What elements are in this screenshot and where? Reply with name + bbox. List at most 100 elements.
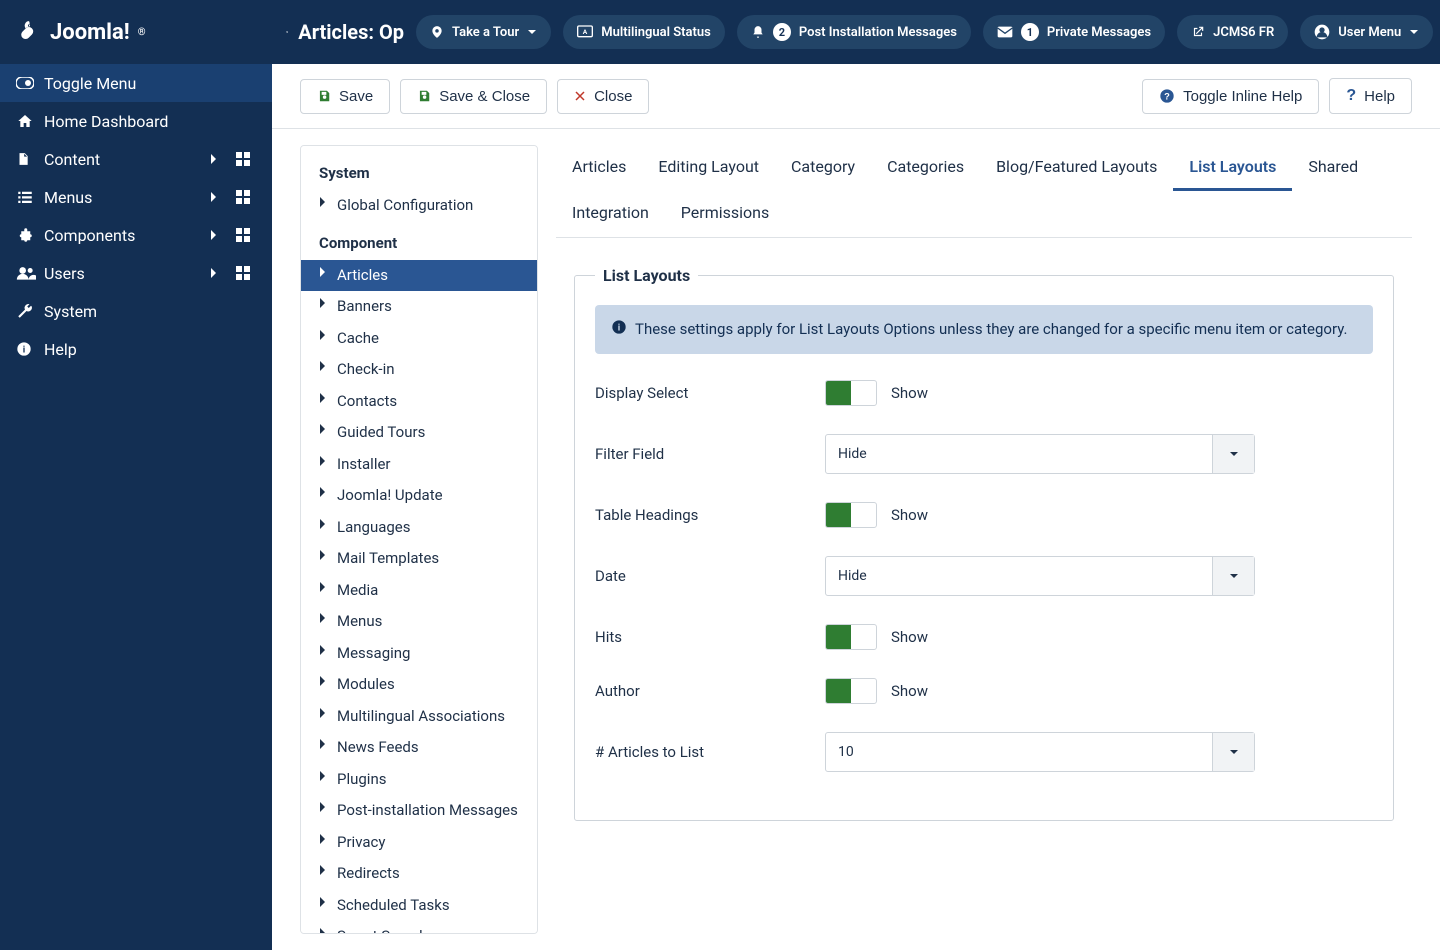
switch-display-select[interactable] — [825, 380, 877, 406]
sidebar-item-content[interactable]: Content — [0, 140, 272, 178]
form-row-display-select: Display SelectShow — [595, 380, 1373, 406]
sidebar-item-home-dashboard[interactable]: Home Dashboard — [0, 102, 272, 140]
sidebar-item-users[interactable]: Users — [0, 254, 272, 292]
form-row-author: AuthorShow — [595, 678, 1373, 704]
private-msg-badge: 1 — [1021, 23, 1039, 41]
global-config-item[interactable]: Global Configuration — [301, 190, 537, 222]
chevron-right-icon — [210, 267, 230, 279]
component-item-banners[interactable]: Banners — [301, 291, 537, 323]
tab-blog-featured-layouts[interactable]: Blog/Featured Layouts — [980, 145, 1173, 191]
brand-logo[interactable]: Joomla!® — [0, 0, 272, 64]
multilingual-pill[interactable]: A Multilingual Status — [563, 15, 725, 49]
component-item-media[interactable]: Media — [301, 575, 537, 607]
gear-icon — [286, 22, 288, 42]
select-value: 10 — [826, 733, 1212, 771]
post-install-pill[interactable]: 2 Post Installation Messages — [737, 15, 971, 49]
form-label: Date — [595, 567, 811, 585]
component-item-modules[interactable]: Modules — [301, 669, 537, 701]
form-row-date: Date Hide — [595, 556, 1373, 596]
component-item-installer[interactable]: Installer — [301, 449, 537, 481]
multilingual-label: Multilingual Status — [601, 25, 711, 40]
select-value: Hide — [826, 557, 1212, 595]
component-item-scheduled-tasks[interactable]: Scheduled Tasks — [301, 890, 537, 922]
user-menu-pill[interactable]: User Menu — [1300, 15, 1433, 49]
select-date[interactable]: Hide — [825, 556, 1255, 596]
site-link-pill[interactable]: JCMS6 FR — [1177, 15, 1288, 49]
private-msg-label: Private Messages — [1047, 25, 1151, 40]
chevron-down-icon — [1409, 27, 1419, 37]
nav-label: Menus — [44, 188, 210, 207]
component-item-smart-search[interactable]: Smart Search — [301, 921, 537, 934]
tab-editing-layout[interactable]: Editing Layout — [642, 145, 775, 191]
sidebar-item-menus[interactable]: Menus — [0, 178, 272, 216]
page-title: Articles: Op — [286, 20, 404, 44]
component-item-check-in[interactable]: Check-in — [301, 354, 537, 386]
list-icon — [16, 190, 44, 204]
grid-icon[interactable] — [236, 266, 256, 280]
save-button[interactable]: Save — [300, 79, 390, 114]
switch-table-headings[interactable] — [825, 502, 877, 528]
component-item-cache[interactable]: Cache — [301, 323, 537, 355]
take-tour-pill[interactable]: Take a Tour — [416, 15, 551, 49]
component-item-messaging[interactable]: Messaging — [301, 638, 537, 670]
tab-shared[interactable]: Shared — [1292, 145, 1374, 191]
chevron-right-icon — [319, 518, 331, 530]
select-filter-field[interactable]: Hide — [825, 434, 1255, 474]
joomla-logo-icon — [16, 19, 42, 45]
form-label: Author — [595, 682, 811, 700]
site-label: JCMS6 FR — [1213, 25, 1274, 40]
tab-integration[interactable]: Integration — [556, 191, 665, 237]
switch-author[interactable] — [825, 678, 877, 704]
component-item-news-feeds[interactable]: News Feeds — [301, 732, 537, 764]
component-label: Redirects — [337, 864, 400, 884]
svg-text:A: A — [583, 28, 588, 36]
select--articles-to-list[interactable]: 10 — [825, 732, 1255, 772]
component-item-post-installation-messages[interactable]: Post-installation Messages — [301, 795, 537, 827]
chevron-right-icon — [319, 581, 331, 593]
form-label: # Articles to List — [595, 743, 811, 761]
tab-articles[interactable]: Articles — [556, 145, 642, 191]
private-msg-pill[interactable]: 1 Private Messages — [983, 15, 1165, 49]
form-row-filter-field: Filter FieldHide — [595, 434, 1373, 474]
nav-label: System — [44, 302, 256, 321]
system-header: System — [301, 160, 537, 190]
tab-permissions[interactable]: Permissions — [665, 191, 785, 237]
component-item-contacts[interactable]: Contacts — [301, 386, 537, 418]
component-label: Menus — [337, 612, 382, 632]
component-item-menus[interactable]: Menus — [301, 606, 537, 638]
chevron-right-icon — [319, 360, 331, 372]
form-label: Display Select — [595, 384, 811, 402]
component-item-articles[interactable]: Articles — [301, 260, 537, 292]
toggle-inline-help-button[interactable]: ? Toggle Inline Help — [1142, 79, 1319, 114]
grid-icon[interactable] — [236, 152, 256, 166]
component-item-guided-tours[interactable]: Guided Tours — [301, 417, 537, 449]
sidebar-item-system[interactable]: System — [0, 292, 272, 330]
component-label: Cache — [337, 329, 379, 349]
component-item-multilingual-associations[interactable]: Multilingual Associations — [301, 701, 537, 733]
tab-list-layouts[interactable]: List Layouts — [1173, 145, 1292, 191]
component-label: Multilingual Associations — [337, 707, 505, 727]
component-item-plugins[interactable]: Plugins — [301, 764, 537, 796]
component-item-joomla-update[interactable]: Joomla! Update — [301, 480, 537, 512]
tab-categories[interactable]: Categories — [871, 145, 980, 191]
help-button[interactable]: ? Help — [1329, 78, 1412, 114]
component-label: Installer — [337, 455, 391, 475]
tab-category[interactable]: Category — [775, 145, 871, 191]
chevron-right-icon — [319, 329, 331, 341]
component-item-languages[interactable]: Languages — [301, 512, 537, 544]
save-close-button[interactable]: Save & Close — [400, 79, 547, 114]
file-icon — [16, 150, 44, 168]
component-item-privacy[interactable]: Privacy — [301, 827, 537, 859]
toggle-menu-item[interactable]: Toggle Menu — [0, 64, 272, 102]
close-button[interactable]: Close — [557, 79, 649, 114]
switch-hits[interactable] — [825, 624, 877, 650]
component-item-mail-templates[interactable]: Mail Templates — [301, 543, 537, 575]
grid-icon[interactable] — [236, 228, 256, 242]
component-item-redirects[interactable]: Redirects — [301, 858, 537, 890]
grid-icon[interactable] — [236, 190, 256, 204]
sidebar-item-help[interactable]: iHelp — [0, 330, 272, 368]
post-install-badge: 2 — [773, 23, 791, 41]
sidebar-item-components[interactable]: Components — [0, 216, 272, 254]
chevron-right-icon — [319, 896, 331, 908]
chevron-down-icon — [527, 27, 537, 37]
